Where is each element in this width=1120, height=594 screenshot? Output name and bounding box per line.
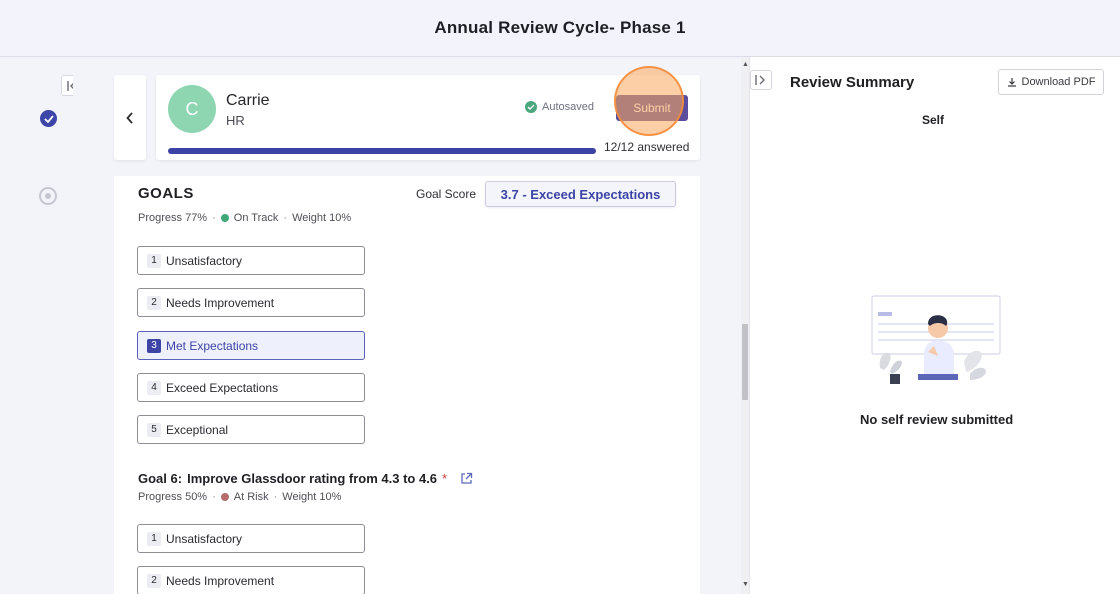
goal-5-status: On Track: [233, 212, 279, 224]
completion-progress-fill: [168, 148, 596, 154]
goal-6-meta: Progress 50% · At Risk · Weight 10%: [138, 491, 342, 503]
goal-5-progress: Progress 77%: [138, 212, 208, 224]
employee-name: Carrie: [226, 92, 270, 109]
goals-section-title: GOALS: [138, 185, 194, 202]
goal-5-weight: Weight 10%: [292, 212, 352, 224]
goal-5-rating-option-4[interactable]: 4 Exceed Expectations: [137, 373, 365, 402]
empty-state-message: No self review submitted: [860, 412, 1014, 427]
expand-right-icon: [755, 75, 765, 85]
external-link-icon[interactable]: [460, 472, 473, 485]
check-icon: [43, 114, 54, 123]
status-dot-icon: [220, 493, 229, 501]
scrollbar-thumb[interactable]: [742, 324, 748, 400]
expand-panel-button[interactable]: [750, 70, 772, 90]
back-button[interactable]: [114, 75, 146, 160]
goal-6-title: Improve Glassdoor rating from 4.3 to 4.6: [187, 471, 438, 486]
completion-progress-bar: [168, 148, 596, 154]
autosaved-check-icon: [525, 101, 537, 113]
goal-5-rating-option-1[interactable]: 1 Unsatisfactory: [137, 246, 365, 275]
goal-6-weight: Weight 10%: [282, 491, 342, 503]
goal-score-value: 3.7 - Exceed Expectations: [485, 181, 676, 207]
goal-6-rating-option-1[interactable]: 1 Unsatisfactory: [137, 524, 365, 553]
goal-score-label: Goal Score: [416, 187, 477, 201]
step-pending-icon[interactable]: [39, 187, 57, 205]
employee-card: C Carrie HR Autosaved Submit 12/12 answe…: [156, 75, 700, 160]
tab-self[interactable]: Self: [922, 113, 944, 127]
empty-state-illustration: [871, 295, 1001, 384]
goal-6-label: Goal 6:: [138, 471, 183, 486]
answered-count: 12/12 answered: [604, 140, 690, 154]
goal-5-meta: Progress 77% · On Track · Weight 10%: [138, 212, 352, 224]
goal-6-progress: Progress 50%: [138, 491, 208, 503]
chevron-left-icon: [126, 111, 133, 124]
avatar: C: [168, 85, 216, 133]
goal-6-rating-option-2[interactable]: 2 Needs Improvement: [137, 566, 365, 594]
goal-6-heading: Goal 6: Improve Glassdoor rating from 4.…: [138, 471, 473, 486]
step-completed-icon[interactable]: [40, 110, 57, 127]
review-summary-title: Review Summary: [790, 74, 915, 91]
download-icon: [1007, 78, 1016, 87]
download-pdf-button[interactable]: Download PDF: [998, 69, 1104, 95]
status-dot-icon: [220, 214, 229, 222]
top-bar: Annual Review Cycle- Phase 1: [0, 0, 1120, 57]
page-title: Annual Review Cycle- Phase 1: [434, 18, 686, 37]
goal-5-rating-option-2[interactable]: 2 Needs Improvement: [137, 288, 365, 317]
goals-form: GOALS Goal Score 3.7 - Exceed Expectatio…: [114, 176, 700, 594]
step-rail: [0, 57, 73, 594]
required-marker: *: [442, 471, 448, 486]
scroll-down-arrow-icon[interactable]: ▼: [742, 581, 749, 588]
goal-5-rating-option-3[interactable]: 3 Met Expectations: [137, 331, 365, 360]
goal-5-rating-option-5[interactable]: 5 Exceptional: [137, 415, 365, 444]
scroll-up-arrow-icon[interactable]: ▲: [742, 61, 749, 68]
download-pdf-label: Download PDF: [1021, 76, 1096, 88]
autosaved-label: Autosaved: [542, 101, 594, 113]
main-scrollbar[interactable]: ▲ ▼: [741, 57, 749, 594]
submit-button[interactable]: Submit: [616, 95, 688, 121]
employee-department: HR: [226, 113, 245, 128]
goal-6-status: At Risk: [233, 491, 269, 503]
autosaved-status: Autosaved: [525, 101, 594, 113]
